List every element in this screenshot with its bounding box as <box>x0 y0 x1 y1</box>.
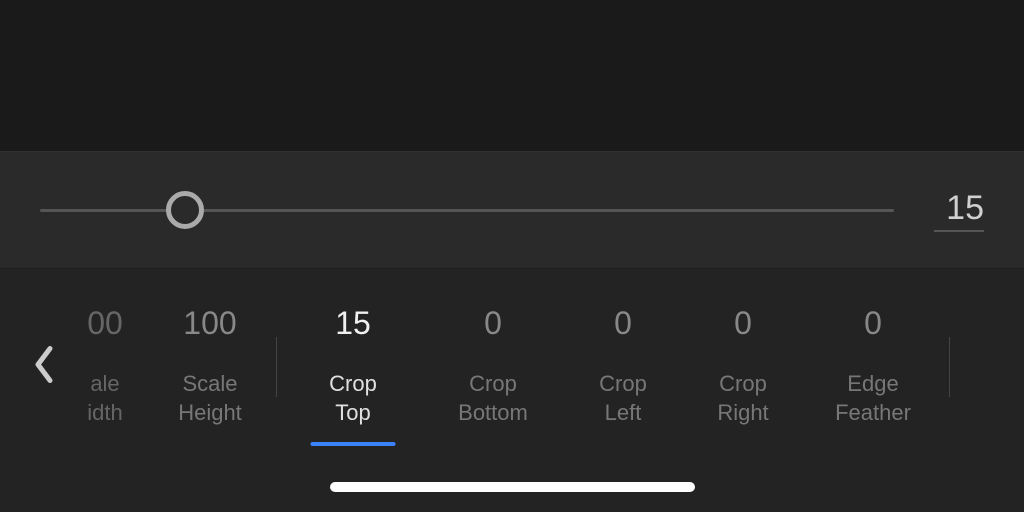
nav-previous-button[interactable] <box>32 344 56 389</box>
param-crop-top[interactable]: 15 Crop Top <box>283 269 423 464</box>
param-value: 0 <box>484 305 502 342</box>
param-label: Edge Feather <box>835 370 911 427</box>
param-label: Crop Bottom <box>458 370 528 427</box>
slider-value-display[interactable]: 15 <box>934 189 984 232</box>
parameters-container: 00ale idth100Scale Height15Crop Top0Crop… <box>0 269 1024 464</box>
slider-row: 15 <box>0 151 1024 269</box>
param-label: Crop Right <box>717 370 768 427</box>
param-label: Crop Top <box>329 370 377 427</box>
param-crop-left[interactable]: 0 Crop Left <box>563 269 683 464</box>
param-value: 00 <box>87 305 123 342</box>
slider-track-container[interactable] <box>40 190 894 230</box>
param-value: 15 <box>335 305 371 342</box>
chevron-left-icon <box>32 371 56 388</box>
param-value: 0 <box>734 305 752 342</box>
active-underline <box>311 442 396 446</box>
param-crop-bottom[interactable]: 0 Crop Bottom <box>423 269 563 464</box>
param-value: 0 <box>614 305 632 342</box>
slider-handle[interactable] <box>166 191 204 229</box>
param-value: 100 <box>183 305 236 342</box>
preview-area <box>0 0 1024 151</box>
param-label: Crop Left <box>599 370 647 427</box>
bottom-bar <box>0 464 1024 512</box>
param-crop-right[interactable]: 0 Crop Right <box>683 269 803 464</box>
param-value: 0 <box>864 305 882 342</box>
param-label: Scale Height <box>178 370 242 427</box>
scroll-indicator[interactable] <box>330 482 695 492</box>
param-divider <box>276 337 277 397</box>
param-edge-feather[interactable]: 0 Edge Feather <box>803 269 943 464</box>
param-divider <box>949 337 950 397</box>
param-label: ale idth <box>87 370 122 427</box>
parameters-row: 00ale idth100Scale Height15Crop Top0Crop… <box>0 269 1024 464</box>
param-scale-width[interactable]: 00 ale idth <box>60 269 150 464</box>
param-scale-height[interactable]: 100 Scale Height <box>150 269 270 464</box>
